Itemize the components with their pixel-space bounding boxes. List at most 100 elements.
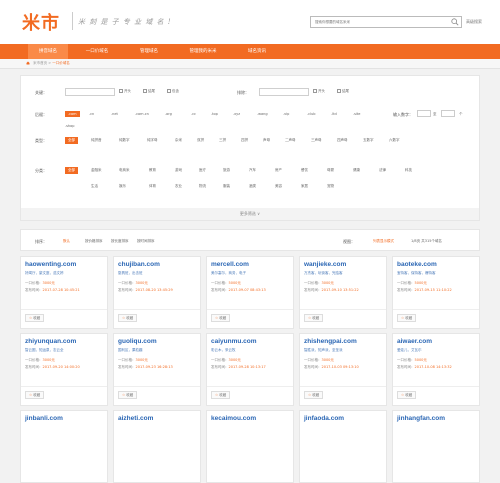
category-option[interactable]: 娱乐 — [119, 184, 126, 189]
domain-card[interactable]: haowenting.com 好闻厅，豪文庭，浩文婷 一口价格：3000元 发布… — [20, 256, 108, 329]
type-option[interactable]: 纯字母 — [147, 138, 158, 143]
checkbox[interactable] — [337, 89, 341, 93]
suffix-option[interactable]: .wang — [257, 112, 268, 116]
check-exclude-start[interactable]: 开头 — [313, 89, 325, 94]
suffix-option[interactable]: .club — [307, 112, 315, 116]
sort-option-active[interactable]: 默认 — [63, 239, 70, 244]
type-option[interactable]: 六数字 — [389, 138, 400, 143]
search-input[interactable] — [311, 17, 451, 27]
suffix-option-active[interactable]: .com — [65, 111, 80, 117]
suffix-option[interactable]: .net — [111, 112, 118, 116]
category-option[interactable]: 物流 — [199, 184, 206, 189]
suffix-option[interactable]: .site — [353, 112, 360, 116]
domain-name[interactable]: zhiyunquan.com — [25, 338, 76, 345]
category-option[interactable]: 医疗 — [199, 168, 206, 173]
suffix-option[interactable]: .shop — [65, 124, 75, 128]
favorite-button[interactable]: ☆收藏 — [211, 391, 231, 399]
category-option[interactable]: 金融米 — [91, 168, 102, 173]
nav-item-fixed-price[interactable]: 一口价域名 — [74, 44, 120, 59]
domain-name[interactable]: haowenting.com — [25, 261, 76, 268]
type-option[interactable]: 五数字 — [363, 138, 374, 143]
category-option[interactable]: 科技 — [405, 168, 412, 173]
check-keyword-end[interactable]: 结尾 — [143, 89, 155, 94]
domain-card[interactable]: kecaimou.com — [206, 410, 294, 483]
domain-card[interactable]: jinhangfan.com — [392, 410, 480, 483]
domain-name[interactable]: jinfaoda.com — [304, 415, 344, 422]
length-max-input[interactable] — [441, 110, 455, 117]
domain-name[interactable]: kecaimou.com — [211, 415, 256, 422]
domain-name[interactable]: baoteke.com — [397, 261, 437, 268]
category-option[interactable]: 宠物 — [327, 184, 334, 189]
type-option[interactable]: 纯拼音 — [91, 138, 102, 143]
checkbox[interactable] — [119, 89, 123, 93]
category-option-active[interactable]: 全部 — [65, 167, 78, 174]
suffix-option[interactable]: .cc — [191, 112, 196, 116]
category-option[interactable]: 电商米 — [119, 168, 130, 173]
type-option-active[interactable]: 全部 — [65, 137, 78, 144]
suffix-option[interactable]: .org — [165, 112, 172, 116]
domain-card[interactable]: wanjieke.com 万杰客，玩街客，完结客 一口价格：3000元 发布时间… — [299, 256, 387, 329]
checkbox[interactable] — [143, 89, 147, 93]
keyword-input[interactable] — [65, 88, 115, 96]
domain-name[interactable]: wanjieke.com — [304, 261, 346, 268]
domain-name[interactable]: zhishengpai.com — [304, 338, 357, 345]
search-icon[interactable] — [451, 18, 459, 26]
domain-name[interactable]: chujiban.com — [118, 261, 160, 268]
category-option[interactable]: 生活 — [91, 184, 98, 189]
sort-option[interactable]: 按时间排序 — [137, 239, 155, 244]
more-filters-button[interactable]: 更多筛选 ∨ — [21, 208, 479, 220]
suffix-option[interactable]: .cn — [89, 112, 94, 116]
category-option[interactable]: 体育 — [149, 184, 156, 189]
category-option[interactable]: 旅游 — [223, 168, 230, 173]
favorite-button[interactable]: ☆收藏 — [118, 314, 138, 322]
check-keyword-contain[interactable]: 包含 — [167, 89, 179, 94]
favorite-button[interactable]: ☆收藏 — [304, 314, 324, 322]
advanced-search-link[interactable]: 高级搜索 — [466, 19, 482, 25]
nav-item-pinyin[interactable]: 拼音域名 — [28, 44, 68, 59]
suffix-option[interactable]: .xyz — [233, 112, 240, 116]
type-option[interactable]: 声母 — [263, 138, 270, 143]
favorite-button[interactable]: ☆收藏 — [397, 314, 417, 322]
length-min-input[interactable] — [417, 110, 431, 117]
domain-card[interactable]: baoteke.com 宝特客，保特客，爆特客 一口价格：5000元 发布时间：… — [392, 256, 480, 329]
check-exclude-end[interactable]: 结尾 — [337, 89, 349, 94]
category-option[interactable]: 游戏 — [175, 168, 182, 173]
domain-name[interactable]: guoliqu.com — [118, 338, 157, 345]
type-option[interactable]: 杂米 — [175, 138, 182, 143]
favorite-button[interactable]: ☆收藏 — [211, 314, 231, 322]
category-option[interactable]: 健康 — [353, 168, 360, 173]
type-option[interactable]: 双拼 — [197, 138, 204, 143]
checkbox[interactable] — [167, 89, 171, 93]
domain-card[interactable]: zhiyunquan.com 智云圈，知运泉，志云全 一口价格：3000元 发布… — [20, 333, 108, 406]
favorite-button[interactable]: ☆收藏 — [304, 391, 324, 399]
domain-card[interactable]: jinbanli.com — [20, 410, 108, 483]
category-option[interactable]: 汽车 — [249, 168, 256, 173]
suffix-option[interactable]: .vip — [283, 112, 289, 116]
domain-card[interactable]: aizheti.com — [113, 410, 201, 483]
type-option[interactable]: 二声母 — [285, 138, 296, 143]
domain-name[interactable]: mercell.com — [211, 261, 249, 268]
sort-option[interactable]: 按价格排序 — [85, 239, 103, 244]
breadcrumb-home[interactable]: 米市首页 — [33, 61, 47, 65]
type-option[interactable]: 纯数字 — [119, 138, 130, 143]
category-option[interactable]: 服装 — [223, 184, 230, 189]
nav-item-manage-mine[interactable]: 管理我的米米 — [176, 44, 230, 59]
site-logo[interactable]: 米市 — [22, 9, 60, 35]
domain-name[interactable]: caiyunmu.com — [211, 338, 257, 345]
favorite-button[interactable]: ☆收藏 — [25, 314, 45, 322]
type-option[interactable]: 三声母 — [311, 138, 322, 143]
nav-item-news[interactable]: 域名资讯 — [234, 44, 280, 59]
domain-card[interactable]: zhishengpai.com 智胜派，知声派，至圣派 一口价格：3000元 发… — [299, 333, 387, 406]
domain-card[interactable]: aiwaer.com 爱娃儿，艾瓦尔 一口价格：5000元 发布时间：2017-… — [392, 333, 480, 406]
suffix-option[interactable]: .com.cn — [135, 112, 149, 116]
domain-card[interactable]: caiyunmu.com 彩云木，采云牧 一口价格：3000元 发布时间：201… — [206, 333, 294, 406]
checkbox[interactable] — [313, 89, 317, 93]
suffix-option[interactable]: .ltd — [331, 112, 337, 116]
category-option[interactable]: 酒类 — [249, 184, 256, 189]
domain-card[interactable]: jinfaoda.com — [299, 410, 387, 483]
exclude-input[interactable] — [259, 88, 309, 96]
category-option[interactable]: 教育 — [149, 168, 156, 173]
type-option[interactable]: 四拼 — [241, 138, 248, 143]
category-option[interactable]: 法律 — [379, 168, 386, 173]
domain-name[interactable]: aiwaer.com — [397, 338, 432, 345]
